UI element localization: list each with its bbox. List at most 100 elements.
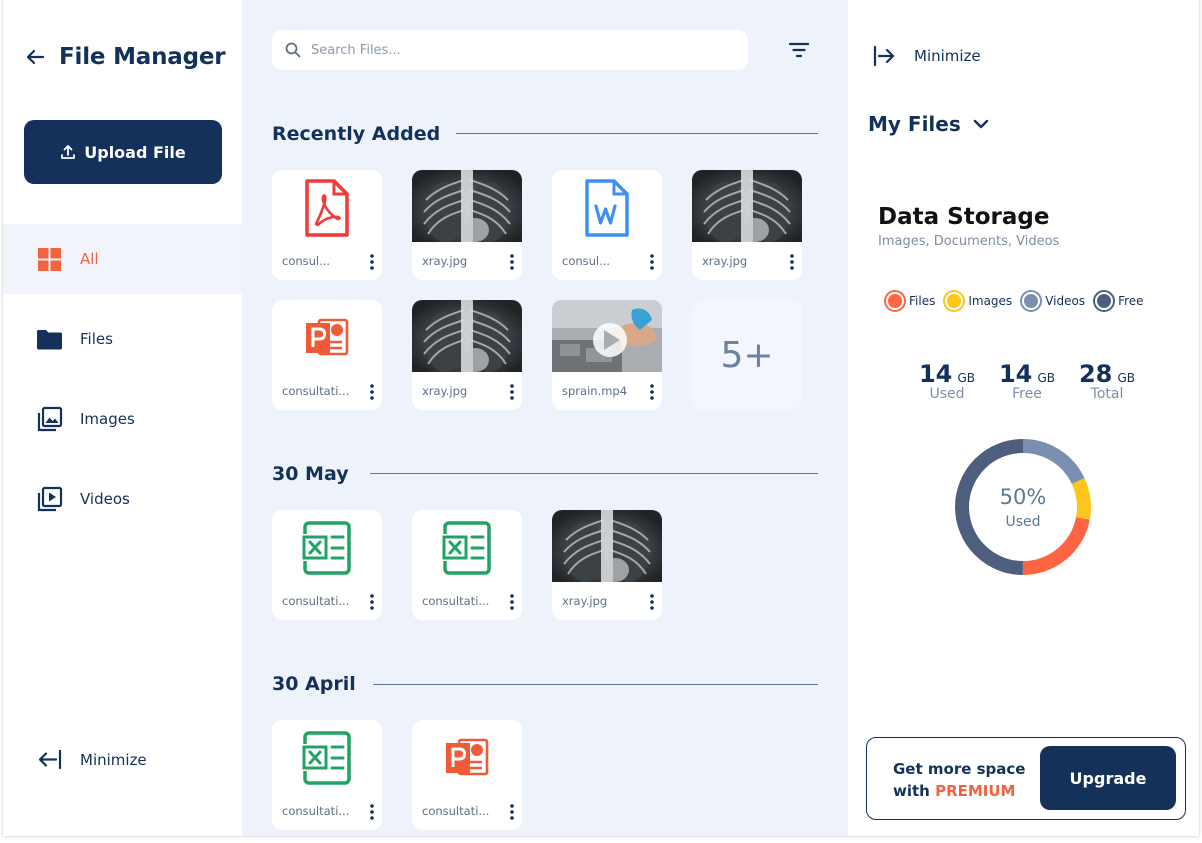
back-arrow-icon[interactable] (25, 47, 45, 67)
legend-label: Free (1118, 294, 1144, 308)
search-icon (285, 42, 301, 58)
legend-dot (945, 292, 964, 310)
stat-label: Free (1012, 386, 1042, 402)
more-files-button[interactable]: 5+ (692, 300, 802, 410)
more-options-icon[interactable] (646, 593, 658, 611)
search-input[interactable] (311, 42, 731, 58)
stat-used: 14 GB Used (912, 360, 982, 402)
file-thumbnail (272, 510, 382, 582)
more-options-icon[interactable] (506, 593, 518, 611)
legend-label: Videos (1045, 294, 1086, 308)
section-divider (456, 133, 818, 134)
file-card[interactable]: consultati... (272, 720, 382, 830)
more-options-icon[interactable] (506, 803, 518, 821)
more-options-icon[interactable] (786, 253, 798, 271)
chevron-down-icon (973, 119, 988, 129)
section-title: 30 May (272, 463, 349, 485)
legend-dot (1095, 292, 1114, 310)
sidebar-item-files[interactable]: Files (3, 304, 242, 374)
legend-label: Images (968, 294, 1013, 308)
usage-label: Used (1005, 514, 1041, 530)
more-options-icon[interactable] (646, 253, 658, 271)
premium-highlight: PREMIUM (935, 782, 1016, 800)
more-options-icon[interactable] (646, 383, 658, 401)
panel-minimize-button[interactable]: Minimize (872, 44, 981, 68)
collapse-right-icon (873, 45, 895, 67)
my-files-dropdown[interactable]: My Files (868, 112, 991, 136)
file-card[interactable]: xray.jpg (552, 510, 662, 620)
more-options-icon[interactable] (366, 253, 378, 271)
pdf-icon (305, 179, 349, 237)
file-card[interactable]: consultati... (272, 300, 382, 410)
legend-item-free: Free (1095, 292, 1144, 310)
sidebar-item-label: All (80, 250, 99, 268)
file-browser: Recently Added 30 May 30 April consul...… (242, 0, 848, 836)
images-icon (37, 406, 63, 431)
file-card[interactable]: consultati... (412, 720, 522, 830)
file-name: xray.jpg (562, 594, 608, 608)
stat-value: 14 (918, 360, 953, 388)
file-card[interactable]: consultati... (412, 510, 522, 620)
file-name: xray.jpg (702, 254, 748, 268)
sidebar-item-label: Images (80, 410, 135, 428)
storage-legend: Files Images Videos Free (886, 292, 1144, 310)
file-thumbnail (552, 510, 662, 582)
more-options-icon[interactable] (366, 383, 378, 401)
stat-free: 14 GB Free (992, 360, 1062, 402)
sidebar-minimize-button[interactable]: Minimize (36, 746, 147, 773)
excel-icon (302, 731, 351, 785)
file-card[interactable]: sprain.mp4 (552, 300, 662, 410)
file-thumbnail (412, 170, 522, 242)
powerpoint-icon (446, 738, 489, 776)
my-files-label: My Files (868, 112, 961, 136)
file-card[interactable]: consul... (272, 170, 382, 280)
upgrade-button[interactable]: Upgrade (1040, 746, 1176, 810)
legend-item-images: Images (945, 292, 1012, 310)
file-name: sprain.mp4 (562, 384, 628, 398)
sidebar-item-images[interactable]: Images (3, 384, 242, 454)
more-options-icon[interactable] (506, 383, 518, 401)
stat-unit: GB (1037, 371, 1056, 385)
stat-value: 14 (998, 360, 1033, 388)
file-name: consul... (562, 254, 611, 268)
minimize-label: Minimize (914, 47, 981, 65)
stat-label: Used (929, 386, 965, 402)
premium-promo: Get more space with PREMIUM Upgrade (866, 737, 1186, 820)
file-thumbnail (552, 170, 662, 242)
file-card[interactable]: xray.jpg (692, 170, 802, 280)
file-name: consultati... (422, 594, 490, 608)
legend-item-videos: Videos (1022, 292, 1085, 310)
legend-item-files: Files (886, 292, 935, 310)
xray-thumbnail-image (412, 300, 522, 372)
search-bar (272, 30, 748, 70)
storage-title: Data Storage (878, 204, 1050, 230)
promo-text: Get more space with PREMIUM (893, 758, 1025, 802)
upload-file-button[interactable]: Upload File (24, 120, 222, 184)
sidebar-header: File Manager (25, 44, 226, 70)
more-options-icon[interactable] (506, 253, 518, 271)
more-options-icon[interactable] (366, 803, 378, 821)
excel-icon (442, 521, 491, 575)
file-thumbnail (552, 300, 662, 372)
word-doc-icon (585, 179, 629, 237)
file-card[interactable]: xray.jpg (412, 300, 522, 410)
file-name: consul... (282, 254, 331, 268)
grid-icon (38, 247, 61, 271)
sidebar-item-all[interactable]: All (3, 224, 242, 294)
sidebar-item-label: Videos (80, 490, 130, 508)
stat-total: 28 GB Total (1072, 360, 1142, 402)
file-thumbnail (692, 170, 802, 242)
stat-label: Total (1090, 386, 1124, 402)
more-options-icon[interactable] (366, 593, 378, 611)
file-card[interactable]: xray.jpg (412, 170, 522, 280)
file-card[interactable]: consul... (552, 170, 662, 280)
video-icon (37, 486, 63, 511)
section-title: 30 April (272, 673, 356, 695)
sidebar-item-videos[interactable]: Videos (3, 464, 242, 534)
usage-percent: 50% (999, 485, 1047, 509)
powerpoint-icon (306, 318, 349, 356)
stat-value: 28 (1078, 360, 1113, 388)
file-card[interactable]: consultati... (272, 510, 382, 620)
filter-icon[interactable] (787, 38, 811, 62)
file-thumbnail (272, 170, 382, 242)
